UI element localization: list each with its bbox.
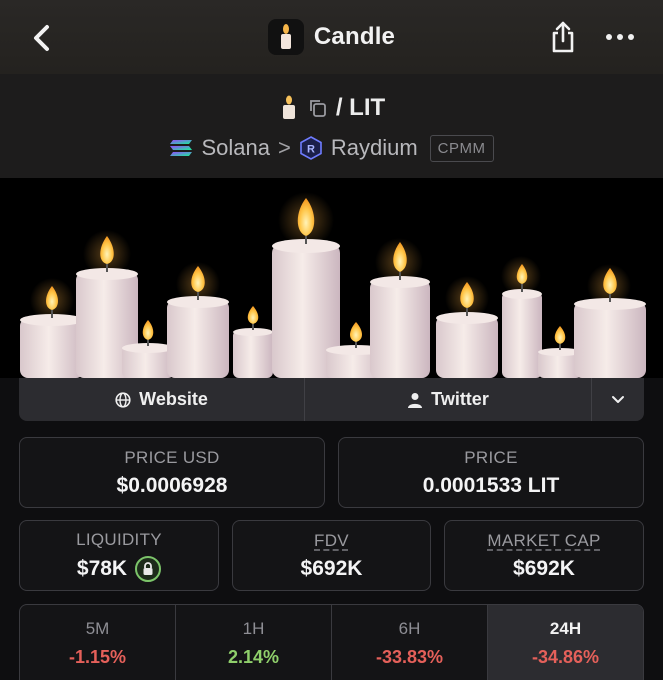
chain-name[interactable]: Solana bbox=[201, 135, 270, 161]
tab-1h[interactable]: 1H 2.14% bbox=[176, 605, 332, 680]
tab-label: 1H bbox=[242, 619, 265, 638]
liquidity-card: LIQUIDITY $78K bbox=[19, 520, 219, 591]
dex-name[interactable]: Raydium bbox=[331, 135, 418, 161]
liquidity-lock-badge[interactable] bbox=[135, 555, 162, 582]
copy-icon[interactable] bbox=[308, 98, 328, 118]
liquidity-value: $78K bbox=[76, 556, 128, 580]
website-label: Website bbox=[139, 389, 208, 409]
svg-text:R: R bbox=[307, 144, 315, 156]
pair-symbol: / LIT bbox=[335, 94, 386, 121]
timeframe-tabs: 5M -1.15% 1H 2.14% 6H -33.83% 24H -34.86… bbox=[19, 604, 644, 680]
lock-icon bbox=[143, 561, 153, 575]
social-links-bar: Website Twitter bbox=[19, 378, 644, 421]
chevron-left-icon bbox=[34, 25, 49, 51]
globe-icon bbox=[115, 391, 131, 408]
top-bar: Candle bbox=[0, 0, 663, 74]
price-change-value: 2.14% bbox=[227, 647, 280, 667]
tab-label: 5M bbox=[85, 619, 110, 638]
token-banner-image bbox=[0, 178, 663, 378]
chevron-down-icon bbox=[612, 395, 624, 403]
pair-header: / LIT Solana > R Raydium CPMM bbox=[0, 74, 663, 178]
breadcrumb-separator: > bbox=[278, 135, 291, 160]
share-icon bbox=[552, 21, 574, 53]
price-native-card: PRICE 0.0001533 LIT bbox=[338, 437, 644, 508]
twitter-label: Twitter bbox=[431, 389, 489, 409]
market-cap-value: $692K bbox=[513, 556, 575, 580]
market-cap-card[interactable]: MARKET CAP $692K bbox=[444, 520, 644, 591]
more-horizontal-icon bbox=[606, 34, 612, 40]
title-group: Candle bbox=[267, 19, 396, 55]
price-change-value: -1.15% bbox=[68, 647, 127, 667]
more-links-button[interactable] bbox=[592, 378, 644, 421]
price-usd-card: PRICE USD $0.0006928 bbox=[19, 437, 325, 508]
website-button[interactable]: Website bbox=[19, 378, 305, 421]
pair-title-row: / LIT bbox=[0, 92, 663, 124]
tab-24h[interactable]: 24H -34.86% bbox=[488, 605, 643, 680]
tab-6h[interactable]: 6H -33.83% bbox=[332, 605, 488, 680]
more-button[interactable] bbox=[606, 26, 638, 48]
fdv-value: $692K bbox=[300, 556, 363, 580]
liquidity-value-row: $78K bbox=[76, 555, 162, 582]
back-button[interactable] bbox=[28, 22, 56, 54]
dex-type-badge: CPMM bbox=[429, 134, 494, 162]
price-change-value: -34.86% bbox=[531, 647, 600, 667]
user-icon bbox=[408, 392, 423, 408]
price-usd-value: $0.0006928 bbox=[116, 473, 228, 497]
twitter-button[interactable]: Twitter bbox=[305, 378, 592, 421]
market-cap-label: MARKET CAP bbox=[487, 530, 601, 550]
tab-5m[interactable]: 5M -1.15% bbox=[20, 605, 176, 680]
price-change-value: -33.83% bbox=[375, 647, 444, 667]
share-button[interactable] bbox=[548, 20, 578, 54]
tab-label: 6H bbox=[398, 619, 421, 638]
price-usd-label: PRICE USD bbox=[124, 447, 220, 467]
fdv-label: FDV bbox=[314, 530, 349, 550]
price-native-value: 0.0001533 LIT bbox=[422, 473, 560, 497]
tab-label: 24H bbox=[549, 619, 582, 638]
solana-icon bbox=[170, 140, 193, 156]
candle-logo bbox=[267, 19, 304, 55]
chain-breadcrumb: Solana > R Raydium CPMM bbox=[0, 132, 663, 164]
candles-illustration bbox=[20, 192, 646, 378]
liquidity-label: LIQUIDITY bbox=[76, 529, 162, 549]
raydium-icon: R bbox=[300, 136, 322, 160]
fdv-card[interactable]: FDV $692K bbox=[232, 520, 431, 591]
candle-token-icon bbox=[282, 95, 295, 119]
price-label: PRICE bbox=[464, 447, 518, 467]
page-title: Candle bbox=[313, 23, 396, 50]
